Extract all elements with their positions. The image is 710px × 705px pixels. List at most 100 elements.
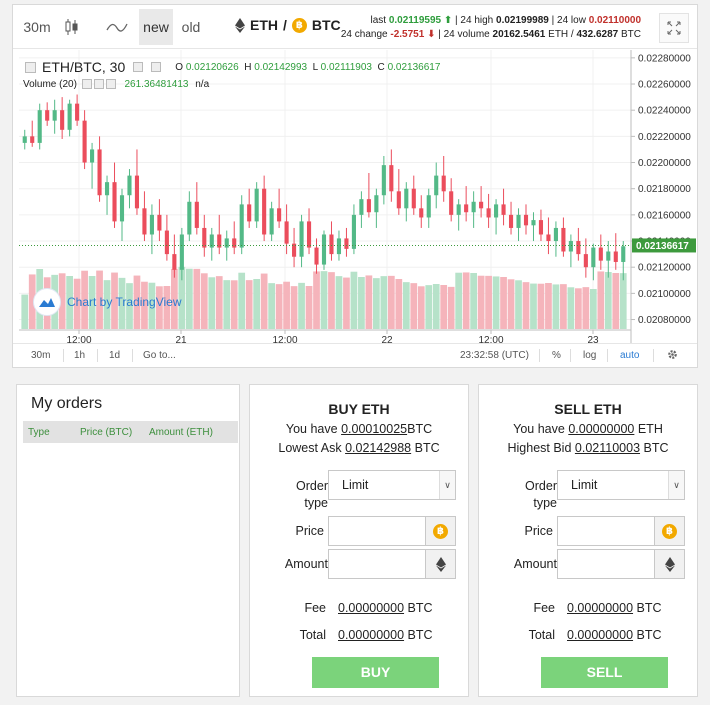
buy-have-value[interactable]: 0.00010025	[341, 422, 407, 436]
candle-body	[404, 188, 409, 209]
l-label: L	[312, 61, 318, 73]
y-tick-label: 0.02080000	[638, 315, 691, 326]
x-tick-label: 23	[587, 335, 599, 343]
goto-button[interactable]: Go to...	[143, 350, 176, 361]
candle-body	[67, 103, 72, 130]
volume-bar	[387, 275, 395, 329]
candle-body	[501, 204, 506, 215]
style-new-button[interactable]: new	[139, 9, 173, 45]
candle-body	[456, 204, 461, 215]
sell-order-type-select[interactable]: Limit ∨	[557, 470, 685, 500]
volume-bar	[335, 276, 343, 329]
low-label: | 24 low	[551, 15, 586, 26]
buy-ref-unit: BTC	[414, 441, 440, 455]
volume-bar	[395, 279, 403, 329]
candle-body	[30, 136, 35, 143]
eye-icon[interactable]	[81, 79, 92, 90]
volume-bar	[350, 271, 358, 329]
candle-body	[142, 208, 147, 235]
pair-separator: /	[283, 17, 287, 33]
candle-body	[434, 175, 439, 196]
volume-bar	[290, 286, 298, 329]
candle-body	[411, 188, 416, 209]
candle-body	[321, 234, 327, 265]
sell-ref-label: Highest Bid	[507, 441, 572, 455]
buy-panel: BUY ETH You have 0.00010025BTC Lowest As…	[249, 384, 469, 697]
buy-amount-input[interactable]	[328, 549, 426, 579]
line-chart-icon[interactable]	[99, 9, 135, 45]
volume-btc-unit: BTC	[621, 29, 641, 40]
orders-col-type[interactable]: Type	[28, 427, 50, 438]
fullscreen-icon[interactable]	[659, 13, 689, 43]
sell-ref-value[interactable]: 0.02110003	[575, 441, 640, 455]
volume-legend-label: Volume (20)	[23, 79, 77, 90]
tradingview-logo-icon	[33, 288, 61, 316]
volume-bar	[612, 273, 620, 329]
settings-small-icon[interactable]	[93, 79, 104, 90]
buy-ref-value[interactable]: 0.02142988	[345, 441, 411, 455]
buy-price-input[interactable]	[328, 516, 426, 546]
collapse-icon[interactable]	[25, 61, 36, 73]
volume-bar	[432, 284, 440, 329]
candle-body	[486, 208, 491, 218]
candlestick-icon[interactable]	[57, 9, 87, 45]
volume-bar	[21, 294, 29, 329]
volume-bar	[492, 276, 500, 329]
auto-toggle[interactable]: auto	[620, 350, 639, 361]
eye-icon[interactable]	[133, 62, 144, 72]
interval-button[interactable]: 30m	[19, 9, 55, 45]
candle-body	[149, 214, 154, 235]
volume-legend: Volume (20) 261.36481413 n/a	[23, 79, 209, 90]
volume-bar	[485, 275, 492, 329]
arrow-up-icon: ⬆	[443, 15, 453, 26]
buy-order-type-value: Limit	[342, 478, 369, 492]
candle-body	[37, 110, 42, 143]
sell-button[interactable]: SELL	[541, 657, 668, 688]
chart-panel: 30m new old ETH / ฿ BTC last 0.02119595 …	[12, 4, 698, 368]
ethereum-icon	[426, 549, 456, 579]
interval-30m[interactable]: 30m	[31, 350, 50, 361]
arrow-down-icon: ⬇	[427, 29, 436, 40]
sell-total-label: Total	[528, 628, 555, 642]
candle-body	[508, 214, 514, 228]
buy-lowest-ask: Lowest Ask 0.02142988 BTC	[250, 441, 468, 455]
sell-amount-input[interactable]	[557, 549, 655, 579]
volume-btc: 432.6287	[576, 29, 619, 40]
candle-body	[314, 247, 319, 265]
interval-1d[interactable]: 1d	[109, 350, 120, 361]
candle-body	[262, 188, 267, 235]
close-icon[interactable]	[105, 79, 116, 90]
gear-icon[interactable]	[666, 348, 679, 364]
volume-bar	[552, 284, 560, 329]
chevron-down-icon: ∨	[439, 471, 455, 499]
volume-bar	[477, 275, 485, 329]
buy-order-type-select[interactable]: Limit ∨	[328, 470, 456, 500]
buy-have-label: You have	[285, 422, 338, 436]
candle-body	[164, 230, 169, 255]
buy-button[interactable]: BUY	[312, 657, 439, 688]
volume-bar	[567, 287, 575, 329]
orders-col-amount[interactable]: Amount (ETH)	[149, 427, 213, 438]
interval-1h[interactable]: 1h	[74, 350, 85, 361]
candle-body	[90, 149, 95, 163]
sell-order-type-label: Order type	[479, 478, 557, 512]
volume-bar	[500, 277, 507, 329]
volume-eth-unit: ETH /	[548, 29, 574, 40]
sell-price-input[interactable]	[557, 516, 655, 546]
sell-order-label-line1: Order	[525, 479, 557, 493]
settings-small-icon[interactable]	[151, 62, 162, 72]
sell-have-label: You have	[513, 422, 565, 436]
candle-body	[127, 175, 132, 196]
log-toggle[interactable]: log	[583, 350, 596, 361]
candle-body	[531, 220, 536, 226]
candle-body	[553, 227, 558, 242]
orders-title: My orders	[31, 395, 103, 412]
candle-body	[22, 136, 27, 143]
orders-col-price[interactable]: Price (BTC)	[80, 427, 132, 438]
buy-fee-value: 0.00000000	[338, 601, 405, 615]
style-old-button[interactable]: old	[175, 9, 207, 45]
candle-body	[284, 221, 289, 244]
percent-toggle[interactable]: %	[552, 350, 561, 361]
sell-have-value[interactable]: 0.00000000	[568, 422, 634, 436]
tradingview-badge[interactable]: Chart by TradingView	[33, 288, 182, 316]
